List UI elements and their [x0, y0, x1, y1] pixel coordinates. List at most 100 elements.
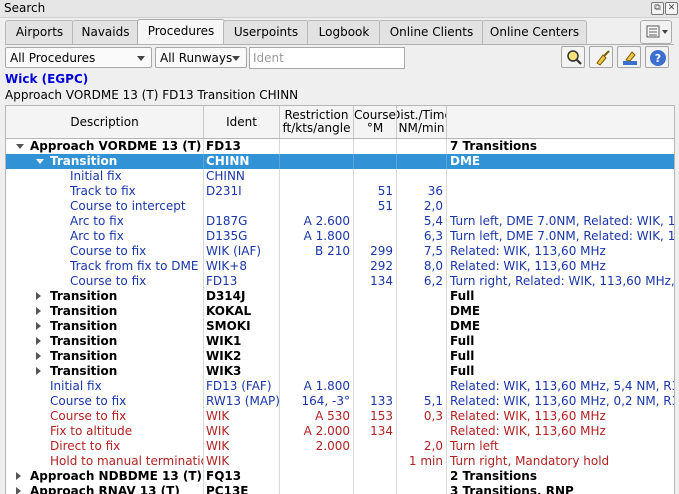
collapse-arrow-icon[interactable]	[36, 307, 41, 315]
tab-logbook[interactable]: Logbook	[307, 20, 381, 44]
expand-arrow-icon[interactable]	[16, 144, 24, 149]
tab-online-clients[interactable]: Online Clients	[379, 20, 484, 44]
table-row[interactable]: Course to fix WIK (IAF) B 210 299 7,5 Related…	[6, 244, 674, 259]
row-course	[354, 379, 397, 394]
collapse-arrow-icon[interactable]	[36, 292, 41, 300]
row-ident: CHINN	[204, 154, 280, 169]
row-course	[354, 334, 397, 349]
row-distance	[397, 334, 447, 349]
table-row[interactable]: Fix to altitude WIK A 2.000 134 Related: WIK…	[6, 424, 674, 439]
table-row[interactable]: Track to fix D231I 51 36	[6, 184, 674, 199]
column-header-restriction[interactable]: Restriction ft/kts/angle	[280, 106, 354, 138]
tab-online-centers[interactable]: Online Centers	[482, 20, 587, 44]
row-description-text: Hold to manual termination	[50, 454, 204, 468]
float-window-icon[interactable]: ⧉	[651, 2, 664, 15]
reset-search-button[interactable]	[617, 46, 641, 68]
row-remarks: Turn right, Mandatory hold	[450, 454, 610, 468]
tab-airports[interactable]: Airports	[5, 20, 74, 44]
table-row[interactable]: Track from fix to DME distanceWIK+8 2928,…	[6, 259, 674, 274]
table-row[interactable]: Transition WIK1 Full	[6, 334, 674, 349]
procedure-tree[interactable]: Description Ident Restriction ft/kts/ang…	[5, 105, 675, 494]
row-course	[354, 364, 397, 379]
column-header-description[interactable]: Description	[6, 106, 204, 138]
collapse-arrow-icon[interactable]	[16, 472, 21, 480]
procedure-type-select[interactable]: All Procedures	[5, 47, 152, 68]
tab-procedures[interactable]: Procedures	[137, 19, 225, 45]
table-row[interactable]: Transition D314J Full	[6, 289, 674, 304]
table-row[interactable]: Course to fix FD13 134 6,2 Turn right, Relat…	[6, 274, 674, 289]
table-row[interactable]: Course to fix RW13 (MAP) 164, -3° 133 5,1 Rel…	[6, 394, 674, 409]
row-course	[354, 319, 397, 334]
row-description-text: Track from fix to DME distance	[70, 259, 203, 273]
column-header-course[interactable]: Course °M	[354, 106, 397, 138]
options-menu-button[interactable]	[640, 20, 672, 44]
runway-value: All Runways	[160, 51, 233, 65]
row-remarks: Related: WIK, 113,60 MHz	[450, 244, 606, 258]
row-course	[354, 229, 397, 244]
table-row[interactable]: Transition KOKAL DME	[6, 304, 674, 319]
row-description: Course to fix	[6, 394, 204, 409]
table-row[interactable]: Arc to fix D187G A 2.600 5,4 Turn left, DME …	[6, 214, 674, 229]
row-description-text: Fix to altitude	[50, 424, 133, 438]
row-remarks: Related: WIK, 113,60 MHz	[450, 259, 606, 273]
broom-icon	[596, 50, 610, 66]
expand-arrow-icon[interactable]	[36, 159, 44, 164]
row-distance: 5,4	[397, 214, 447, 229]
runway-select[interactable]: All Runways	[155, 47, 247, 68]
table-row[interactable]: Arc to fix D135G A 1.800 6,3 Turn left, DME …	[6, 229, 674, 244]
close-icon[interactable]: ✕	[665, 2, 678, 15]
row-description: Transition	[6, 319, 204, 334]
row-course	[354, 214, 397, 229]
table-row[interactable]: Approach VORDME 13 (T) FD13 7 Transitions	[6, 139, 674, 154]
airport-name[interactable]: Wick (EGPC)	[5, 72, 88, 86]
table-row[interactable]: Approach NDBDME 13 (T) FQ13 2 Transitions	[6, 469, 674, 484]
row-ident: WIK	[204, 424, 280, 439]
column-header-ident[interactable]: Ident	[204, 106, 280, 138]
row-restriction: A 1.800	[280, 229, 354, 244]
table-row[interactable]: Transition WIK2 Full	[6, 349, 674, 364]
row-remarks: Turn left	[450, 439, 499, 453]
table-row[interactable]: Transition SMOKI DME	[6, 319, 674, 334]
search-distance-button[interactable]	[561, 46, 585, 68]
help-button[interactable]: ?	[645, 46, 669, 68]
table-row[interactable]: Hold to manual termination WIK 1 min Turn r…	[6, 454, 674, 469]
eraser-icon	[623, 51, 637, 65]
table-body: Approach VORDME 13 (T) FD13 7 Transitions T…	[6, 139, 674, 494]
row-description-text: Approach VORDME 13 (T)	[30, 139, 202, 153]
table-header: Description Ident Restriction ft/kts/ang…	[6, 106, 674, 139]
row-description: Direct to fix	[6, 439, 204, 454]
row-description: Track to fix	[6, 184, 204, 199]
row-restriction: A 530	[280, 409, 354, 424]
clear-selection-button[interactable]	[589, 46, 613, 68]
row-remarks	[447, 169, 674, 184]
row-ident: D187G	[204, 214, 280, 229]
row-course	[354, 139, 397, 154]
svg-text:?: ?	[655, 52, 661, 65]
tab-userpoints[interactable]: Userpoints	[223, 20, 309, 44]
table-row[interactable]: Transition CHINN DME	[6, 154, 674, 169]
row-course	[354, 454, 397, 469]
column-header-distance[interactable]: Dist./Time NM/min	[397, 106, 447, 138]
tab-navaids[interactable]: Navaids	[72, 20, 139, 44]
row-distance	[397, 469, 447, 484]
table-row[interactable]: Course to intercept 51 2,0	[6, 199, 674, 214]
row-description-text: Arc to fix	[70, 214, 124, 228]
row-distance: 7,5	[397, 244, 447, 259]
row-ident: D135G	[204, 229, 280, 244]
table-row[interactable]: Transition WIK3 Full	[6, 364, 674, 379]
row-description: Arc to fix	[6, 229, 204, 244]
column-header-remarks[interactable]	[447, 106, 674, 138]
collapse-arrow-icon[interactable]	[36, 367, 41, 375]
row-course: 51	[354, 199, 397, 214]
row-restriction: 2.000	[280, 439, 354, 454]
ident-search-input[interactable]	[249, 47, 405, 69]
collapse-arrow-icon[interactable]	[36, 352, 41, 360]
collapse-arrow-icon[interactable]	[36, 337, 41, 345]
table-row[interactable]: Direct to fix WIK 2.000 2,0 Turn left	[6, 439, 674, 454]
table-row[interactable]: Initial fix CHINN	[6, 169, 674, 184]
row-description-text: Approach NDBDME 13 (T)	[30, 469, 203, 483]
collapse-arrow-icon[interactable]	[36, 322, 41, 330]
row-course: 134	[354, 424, 397, 439]
table-row[interactable]: Course to fix WIK A 530 153 0,3 Related: WIK,…	[6, 409, 674, 424]
table-row[interactable]: Initial fix FD13 (FAF) A 1.800 Related: WIK…	[6, 379, 674, 394]
